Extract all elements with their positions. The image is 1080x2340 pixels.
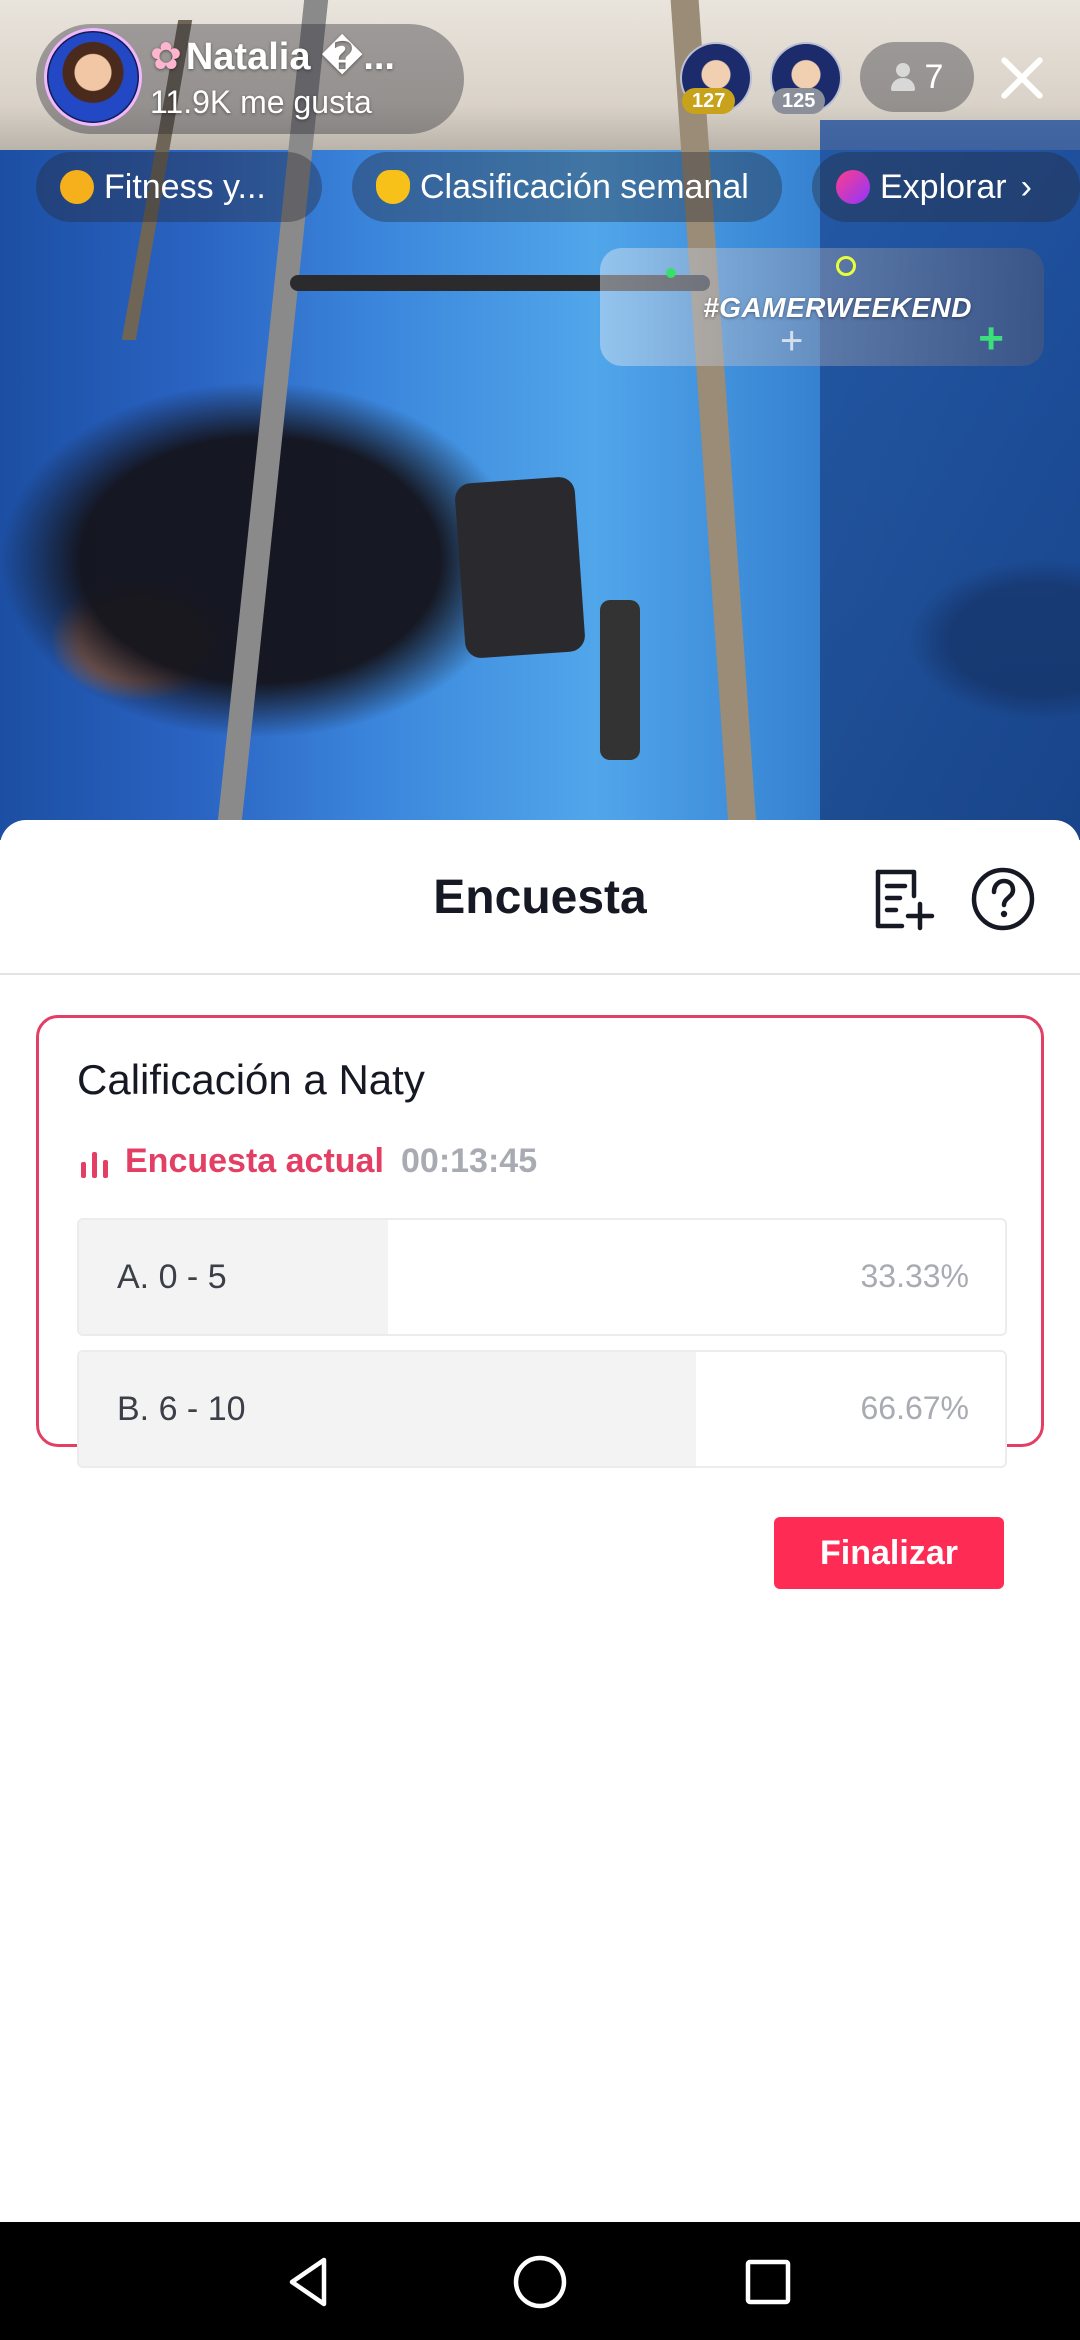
hashtag-icon bbox=[60, 170, 94, 204]
bar-chart-icon bbox=[79, 1148, 111, 1180]
decor-plus: + bbox=[780, 319, 804, 363]
recents-icon[interactable] bbox=[738, 2252, 798, 2312]
video-gym-seat bbox=[454, 476, 586, 659]
chip-label: Explorar bbox=[880, 167, 1007, 206]
poll-status-label: Encuesta actual bbox=[125, 1142, 384, 1180]
chip-fitness[interactable]: Fitness y... bbox=[36, 152, 322, 222]
live-screen: ✿ Natalia �... 11.9K me gusta 127 125 7 F… bbox=[0, 0, 1080, 2340]
poll-option-label: A. 0 - 5 bbox=[117, 1258, 227, 1296]
chip-label: Fitness y... bbox=[104, 167, 266, 206]
flower-icon: ✿ bbox=[150, 36, 182, 78]
event-tag: #GAMERWEEKEND bbox=[703, 292, 972, 323]
host-avatar[interactable] bbox=[44, 28, 142, 126]
host-likes: 11.9K me gusta bbox=[150, 84, 372, 120]
poll-option-percent: 66.67% bbox=[860, 1390, 969, 1426]
back-icon[interactable] bbox=[280, 2252, 340, 2312]
chevron-right-icon: › bbox=[1020, 167, 1032, 206]
chip-weekly-ranking[interactable]: Clasificación semanal bbox=[352, 152, 782, 222]
poll-option-percent: 33.33% bbox=[860, 1258, 969, 1294]
video-gym-post bbox=[600, 600, 640, 760]
close-icon[interactable] bbox=[992, 48, 1052, 108]
decor-dot bbox=[666, 268, 676, 278]
poll-history-icon[interactable] bbox=[870, 866, 936, 932]
host-name-text: Natalia �... bbox=[185, 36, 395, 78]
top-viewer-badge: 125 bbox=[772, 88, 826, 114]
viewer-count-text: 7 bbox=[924, 57, 944, 96]
person-icon bbox=[890, 63, 915, 91]
thumb-icon bbox=[376, 170, 410, 204]
home-icon[interactable] bbox=[510, 2252, 570, 2312]
poll-option-label: B. 6 - 10 bbox=[117, 1390, 246, 1428]
chip-label: Clasificación semanal bbox=[420, 167, 749, 206]
poll-question: Calificación a Naty bbox=[77, 1056, 425, 1103]
video-tent bbox=[820, 120, 1080, 840]
planet-icon bbox=[836, 170, 870, 204]
host-name[interactable]: ✿ Natalia �... bbox=[150, 34, 395, 79]
poll-option: B. 6 - 10 66.67% bbox=[77, 1350, 1007, 1468]
poll-option: A. 0 - 5 33.33% bbox=[77, 1218, 1007, 1336]
poll-card: Calificación a Naty Encuesta actual 00:1… bbox=[36, 1015, 1044, 1468]
end-poll-button[interactable]: Finalizar bbox=[774, 1517, 1004, 1589]
poll-timer: 00:13:45 bbox=[401, 1142, 538, 1180]
top-viewer-badge: 127 bbox=[682, 88, 736, 114]
chip-explore[interactable]: Explorar › bbox=[812, 152, 1080, 222]
help-icon[interactable] bbox=[970, 866, 1036, 932]
event-banner[interactable]: + + #GAMERWEEKEND bbox=[600, 248, 1044, 366]
decor-dot bbox=[836, 256, 856, 276]
sheet-divider bbox=[0, 973, 1080, 975]
decor-plus: + bbox=[978, 314, 1004, 363]
system-nav-bar bbox=[0, 2222, 1080, 2340]
viewer-count-button[interactable]: 7 bbox=[860, 42, 974, 112]
